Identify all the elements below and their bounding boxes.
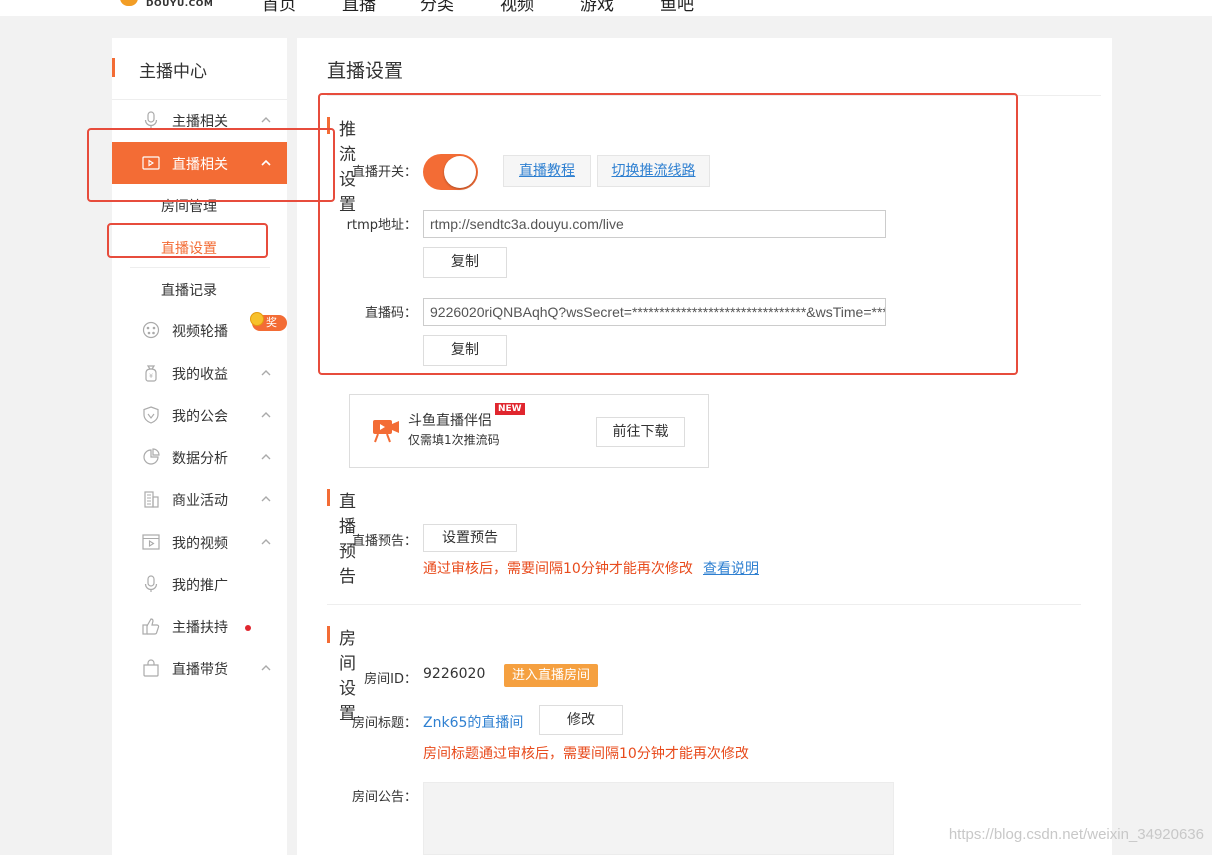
sidebar-item-label: 我的公会 [172, 409, 228, 425]
sidebar-item-label: 我的收益 [172, 367, 228, 383]
sidebar-item-label: 我的推广 [172, 578, 228, 594]
sidebar-subitem-live-records[interactable]: 直播记录 [161, 280, 217, 300]
nav-category[interactable]: 分类 [420, 0, 454, 15]
room-notice-label: 房间公告： [351, 790, 417, 805]
douyu-logo[interactable]: DOUYU.COM [118, 0, 213, 16]
film-reel-icon [142, 321, 160, 339]
chevron-up-icon [261, 370, 271, 376]
divider [327, 604, 1081, 605]
reward-badge: 奖励 [250, 312, 287, 345]
video-player-icon [142, 534, 160, 550]
download-button[interactable]: 前往下载 [596, 417, 685, 447]
microphone-icon [144, 111, 158, 128]
sidebar-item-commerce[interactable]: 直播带货 [112, 648, 287, 688]
modify-title-button[interactable]: 修改 [539, 705, 623, 735]
building-icon [144, 491, 159, 508]
sidebar-item-guild[interactable]: 我的公会 [112, 395, 287, 435]
sidebar-item-support[interactable]: 主播扶持 [112, 606, 287, 646]
room-title-value[interactable]: Znk65的直播间 [423, 712, 523, 732]
douyu-bird-icon [120, 0, 138, 6]
chevron-up-icon [261, 117, 271, 123]
view-help-link[interactable]: 查看说明 [703, 558, 759, 578]
top-nav: DOUYU.COM 首页 直播 分类 视频 游戏 鱼吧 [0, 0, 1212, 16]
highlight-box-live-menu [87, 128, 335, 202]
nav-fishbar[interactable]: 鱼吧 [660, 0, 694, 15]
microphone-icon [144, 575, 158, 592]
watermark-text: https://blog.csdn.net/weixin_34920636 [948, 826, 1204, 843]
nav-live[interactable]: 直播 [342, 0, 376, 15]
preview-warning: 通过审核后，需要间隔10分钟才能再次修改 [423, 561, 693, 577]
highlight-box-push-settings [318, 93, 1018, 375]
sidebar-item-label: 商业活动 [172, 493, 228, 509]
nav-video[interactable]: 视频 [500, 0, 534, 15]
shield-icon [143, 406, 159, 424]
divider [130, 267, 270, 268]
chevron-up-icon [261, 454, 271, 460]
sidebar-item-label: 视频轮播 [172, 324, 228, 340]
enter-room-button[interactable]: 进入直播房间 [504, 664, 599, 687]
camera-icon [373, 420, 399, 443]
thumbs-up-icon [142, 618, 160, 635]
coin-icon [250, 312, 264, 326]
logo-text: DOUYU.COM [146, 0, 214, 9]
sidebar-item-label: 主播扶持 [172, 620, 228, 636]
new-badge: NEW [495, 403, 525, 415]
room-title-label: 房间标题： [351, 716, 417, 731]
section-accent-bar [327, 489, 330, 506]
sidebar-item-earnings[interactable]: ¥ 我的收益 [112, 353, 287, 393]
nav-game[interactable]: 游戏 [580, 0, 614, 15]
money-bag-icon: ¥ [145, 365, 157, 382]
sidebar-item-label: 直播带货 [172, 662, 228, 678]
room-id-label: 房间ID： [364, 672, 417, 687]
title-accent-bar [112, 58, 115, 77]
sidebar-item-label: 我的视频 [172, 536, 228, 552]
svg-text:¥: ¥ [149, 373, 153, 380]
live-companion-card: 斗鱼直播伴侣 NEW 仅需填1次推流码 前往下载 [349, 394, 709, 468]
page-title: 直播设置 [327, 60, 404, 82]
preview-label: 直播预告： [351, 534, 417, 549]
chevron-up-icon [261, 412, 271, 418]
chevron-up-icon [261, 496, 271, 502]
shopping-bag-icon [143, 659, 159, 677]
companion-name: 斗鱼直播伴侣 [408, 413, 492, 429]
room-id-value: 9226020 [423, 666, 486, 682]
sidebar-item-business[interactable]: 商业活动 [112, 479, 287, 519]
sidebar-item-my-videos[interactable]: 我的视频 [112, 522, 287, 562]
section-accent-bar [327, 626, 330, 643]
chevron-up-icon [261, 665, 271, 671]
room-notice-textarea[interactable] [423, 782, 894, 855]
sidebar-item-label: 数据分析 [172, 451, 228, 467]
sidebar-title: 主播中心 [112, 56, 287, 82]
companion-desc: 仅需填1次推流码 [408, 433, 500, 447]
highlight-box-live-settings [107, 223, 268, 258]
nav-home[interactable]: 首页 [262, 0, 296, 15]
notification-dot [245, 625, 251, 631]
title-warning: 房间标题通过审核后，需要间隔10分钟才能再次修改 [423, 746, 749, 762]
pie-chart-icon [143, 448, 160, 465]
sidebar-item-promotion[interactable]: 我的推广 [112, 564, 287, 604]
set-preview-button[interactable]: 设置预告 [423, 524, 517, 552]
sidebar-title-text: 主播中心 [139, 62, 207, 82]
sidebar-item-analytics[interactable]: 数据分析 [112, 437, 287, 477]
chevron-up-icon [261, 539, 271, 545]
reward-badge-text: 奖励 [266, 316, 277, 345]
